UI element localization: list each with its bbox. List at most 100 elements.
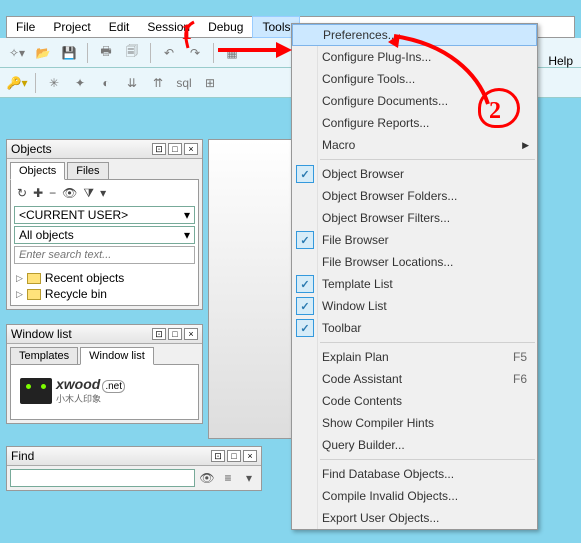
checked-icon: ✓ [296, 319, 314, 337]
find-input[interactable] [10, 469, 195, 487]
tree-item-recycle[interactable]: ▷ Recycle bin [14, 286, 195, 302]
menu-item-label: Configure Reports... [322, 116, 429, 130]
tab-objects[interactable]: Objects [10, 162, 65, 180]
user-selector[interactable]: <CURRENT USER>▾ [14, 206, 195, 224]
menu-separator [320, 459, 535, 460]
folder-icon [27, 273, 41, 284]
checked-icon: ✓ [296, 275, 314, 293]
menu-item-code-assistant[interactable]: Code AssistantF6 [292, 368, 537, 390]
find-options-icon[interactable]: ≡ [219, 469, 237, 487]
more-icon[interactable]: ▾ [100, 186, 106, 201]
explain-icon[interactable]: ⊞ [199, 72, 221, 94]
run-icon[interactable]: ▦ [221, 42, 243, 64]
menu-project[interactable]: Project [44, 17, 99, 37]
menu-item-label: Show Compiler Hints [322, 416, 434, 430]
gear-icon[interactable]: ✳ [43, 72, 65, 94]
tree-item-recent[interactable]: ▷ Recent objects [14, 270, 195, 286]
menu-item-show-compiler-hints[interactable]: Show Compiler Hints [292, 412, 537, 434]
remove-icon[interactable]: − [49, 186, 56, 201]
wand-icon[interactable]: ✦ [69, 72, 91, 94]
objects-toolbar: ↻ ✚ − 👁 ⧩ ▾ [14, 183, 195, 204]
find-icon[interactable]: 👁 [62, 186, 77, 201]
menu-item-compile-invalid-objects[interactable]: Compile Invalid Objects... [292, 485, 537, 507]
menu-help[interactable]: Help [548, 54, 573, 68]
tab-templates[interactable]: Templates [10, 347, 78, 365]
menu-item-label: Query Builder... [322, 438, 405, 452]
menu-item-macro[interactable]: Macro▶ [292, 134, 537, 156]
menu-item-code-contents[interactable]: Code Contents [292, 390, 537, 412]
menu-item-object-browser[interactable]: ✓Object Browser [292, 163, 537, 185]
menu-item-file-browser[interactable]: ✓File Browser [292, 229, 537, 251]
menu-item-window-list[interactable]: ✓Window List [292, 295, 537, 317]
new-icon[interactable]: ✧▾ [6, 42, 28, 64]
menu-item-query-builder[interactable]: Query Builder... [292, 434, 537, 456]
menu-item-configure-tools[interactable]: Configure Tools... [292, 68, 537, 90]
pane-close-icon[interactable]: × [243, 450, 257, 462]
filter-icon[interactable]: ⧩ [83, 186, 94, 201]
menu-item-toolbar[interactable]: ✓Toolbar [292, 317, 537, 339]
menu-edit[interactable]: Edit [100, 17, 139, 37]
menu-shortcut: F6 [513, 372, 527, 386]
menu-item-object-browser-filters[interactable]: Object Browser Filters... [292, 207, 537, 229]
find-title: Find ⊡ □ × [7, 447, 261, 466]
find-dropdown-icon[interactable]: ▾ [240, 469, 258, 487]
menu-item-label: Code Contents [322, 394, 402, 408]
menu-item-explain-plan[interactable]: Explain PlanF5 [292, 346, 537, 368]
checked-icon: ✓ [296, 297, 314, 315]
pane-pin-icon[interactable]: ⊡ [211, 450, 225, 462]
menu-session[interactable]: Session [138, 17, 199, 37]
menu-item-configure-reports[interactable]: Configure Reports... [292, 112, 537, 134]
open-icon[interactable]: 📂 [32, 42, 54, 64]
rollback-icon[interactable]: ⇈ [147, 72, 169, 94]
find-title-label: Find [11, 449, 34, 463]
tools-menu: Preferences... Configure Plug-Ins... Confi… [291, 23, 538, 530]
menu-item-template-list[interactable]: ✓ Template List [292, 273, 537, 295]
scope-selector[interactable]: All objects▾ [14, 226, 195, 244]
undo-icon[interactable]: ↶ [158, 42, 180, 64]
pane-max-icon[interactable]: □ [227, 450, 241, 462]
menu-item-configure-documents[interactable]: Configure Documents... [292, 90, 537, 112]
menu-item-label: File Browser Locations... [322, 255, 453, 269]
menu-debug[interactable]: Debug [199, 17, 252, 37]
tree-label: Recent objects [45, 271, 124, 285]
binoculars-icon[interactable]: 👁 [198, 469, 216, 487]
save-icon[interactable]: 💾 [58, 42, 80, 64]
key-icon[interactable]: 🔑▾ [6, 72, 28, 94]
windowlist-tabs: Templates Window list [7, 344, 202, 365]
pane-max-icon[interactable]: □ [168, 328, 182, 340]
menu-item-label: Export User Objects... [322, 511, 439, 525]
print-setup-icon[interactable]: 🗐 [121, 42, 143, 64]
print-icon[interactable]: 🖶 [95, 42, 117, 64]
refresh-icon[interactable]: ↻ [17, 186, 27, 201]
add-icon[interactable]: ✚ [33, 186, 43, 201]
pane-max-icon[interactable]: □ [168, 143, 182, 155]
menu-item-preferences[interactable]: Preferences... [292, 24, 537, 46]
menu-item-find-database-objects[interactable]: Find Database Objects... [292, 463, 537, 485]
expand-icon[interactable]: ▷ [16, 273, 23, 284]
stop-icon[interactable]: ◐ [95, 72, 117, 94]
pane-close-icon[interactable]: × [184, 143, 198, 155]
tab-files[interactable]: Files [67, 162, 108, 180]
sql-icon[interactable]: sql [173, 72, 195, 94]
commit-icon[interactable]: ⇊ [121, 72, 143, 94]
menu-item-export-user-objects[interactable]: Export User Objects... [292, 507, 537, 529]
logo-text: xwood [56, 376, 100, 392]
chevron-down-icon: ▾ [184, 208, 190, 222]
menu-item-file-browser-locations[interactable]: File Browser Locations... [292, 251, 537, 273]
menu-item-label: Configure Plug-Ins... [322, 50, 431, 64]
menu-separator [320, 342, 535, 343]
menu-file[interactable]: File [7, 17, 44, 37]
pane-close-icon[interactable]: × [184, 328, 198, 340]
expand-icon[interactable]: ▷ [16, 289, 23, 300]
tab-windowlist[interactable]: Window list [80, 347, 154, 365]
windowlist-title-label: Window list [11, 327, 72, 341]
menu-item-object-browser-folders[interactable]: Object Browser Folders... [292, 185, 537, 207]
menu-item-label: Explain Plan [322, 350, 389, 364]
pane-pin-icon[interactable]: ⊡ [152, 143, 166, 155]
redo-icon[interactable]: ↷ [184, 42, 206, 64]
pane-pin-icon[interactable]: ⊡ [152, 328, 166, 340]
objects-search-input[interactable] [14, 246, 195, 264]
menu-item-configure-plug-ins[interactable]: Configure Plug-Ins... [292, 46, 537, 68]
tree-label: Recycle bin [45, 287, 107, 301]
menu-item-label: Template List [322, 277, 393, 291]
